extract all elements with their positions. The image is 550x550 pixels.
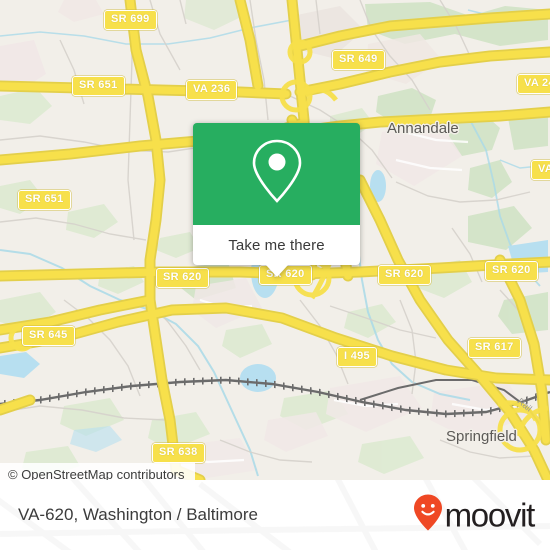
- road-shield[interactable]: VA 236: [186, 80, 238, 100]
- map-canvas[interactable]: SR 699 SR 649 SR 651 VA 236 VA 24 SR 651…: [0, 0, 550, 480]
- moovit-pin-icon: [413, 494, 443, 537]
- take-me-there-label: Take me there: [228, 236, 325, 254]
- popup-header: [193, 123, 360, 225]
- page-title: VA-620, Washington / Baltimore: [18, 505, 259, 524]
- road-shield[interactable]: VA: [531, 160, 550, 180]
- popup-pointer: [265, 265, 288, 277]
- moovit-wordmark: moovit: [444, 496, 536, 534]
- footer-bar: VA-620, Washington / Baltimore moovit: [0, 480, 550, 550]
- road-shield[interactable]: SR 620: [156, 268, 209, 288]
- road-shield[interactable]: SR 645: [22, 326, 75, 346]
- take-me-there-button[interactable]: Take me there: [193, 225, 360, 277]
- road-shield[interactable]: VA 24: [517, 74, 550, 94]
- map-attribution[interactable]: © OpenStreetMap contributors: [0, 463, 195, 480]
- map-pin-icon: [249, 137, 305, 212]
- road-shield[interactable]: SR 649: [332, 50, 385, 70]
- moovit-logo[interactable]: moovit: [413, 494, 536, 537]
- road-shield[interactable]: SR 620: [378, 265, 431, 285]
- map-screen: SR 699 SR 649 SR 651 VA 236 VA 24 SR 651…: [0, 0, 550, 550]
- city-label-springfield: Springfield: [446, 428, 517, 445]
- city-label-annandale: Annandale: [387, 120, 459, 137]
- road-shield[interactable]: I 495: [337, 347, 377, 367]
- road-shield[interactable]: SR 651: [18, 190, 71, 210]
- road-shield[interactable]: SR 620: [485, 261, 538, 281]
- road-shield[interactable]: SR 638: [152, 443, 205, 463]
- road-shield[interactable]: SR 699: [104, 10, 157, 30]
- location-popup[interactable]: Take me there: [193, 123, 360, 277]
- road-shield[interactable]: SR 651: [72, 76, 125, 96]
- road-shield[interactable]: SR 617: [468, 338, 521, 358]
